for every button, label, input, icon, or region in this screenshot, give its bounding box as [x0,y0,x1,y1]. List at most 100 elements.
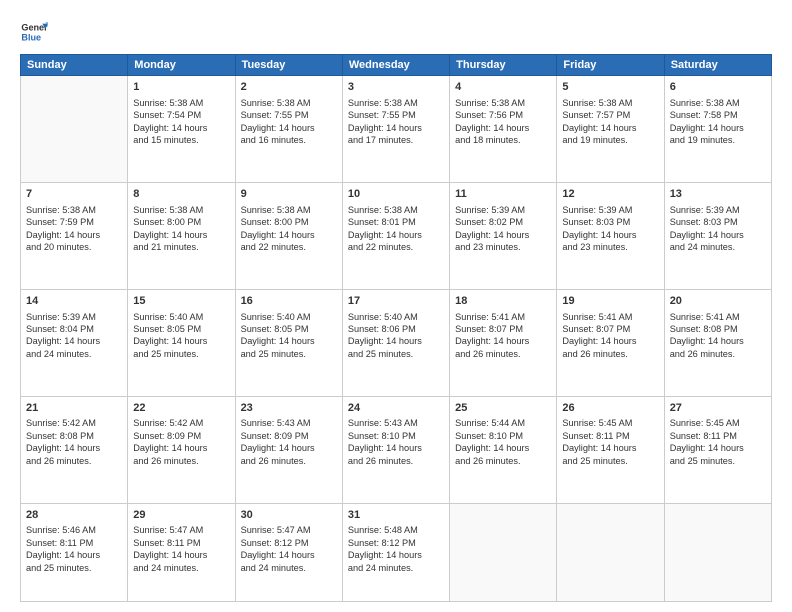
calendar-cell: 23Sunrise: 5:43 AM Sunset: 8:09 PM Dayli… [235,396,342,503]
day-number: 26 [562,401,658,416]
calendar-cell: 3 Sunrise: 5:38 AM Sunset: 7:55 PM Daylig… [342,76,449,183]
day-info: Sunrise: 5:38 AM Sunset: 8:00 PM Dayligh… [133,204,229,254]
day-info: Sunrise: 5:48 AM Sunset: 8:12 PM Dayligh… [348,524,444,574]
day-number: 10 [348,187,444,202]
calendar-cell: 6 Sunrise: 5:38 AM Sunset: 7:58 PM Daylig… [664,76,771,183]
day-info: Sunrise: 5:39 AM Sunset: 8:04 PM Dayligh… [26,311,122,361]
calendar-cell: 28Sunrise: 5:46 AM Sunset: 8:11 PM Dayli… [21,503,128,602]
day-number: 2 [241,80,337,95]
col-header-friday: Friday [557,55,664,76]
calendar-cell: 12 Sunrise: 5:39 AM Sunset: 8:03 PM Dayli… [557,182,664,289]
calendar-cell [450,503,557,602]
calendar-week-3: 14 Sunrise: 5:39 AM Sunset: 8:04 PM Dayli… [21,289,772,396]
calendar-cell: 5 Sunrise: 5:38 AM Sunset: 7:57 PM Daylig… [557,76,664,183]
calendar-cell: 13 Sunrise: 5:39 AM Sunset: 8:03 PM Dayli… [664,182,771,289]
calendar-cell: 15 Sunrise: 5:40 AM Sunset: 8:05 PM Dayli… [128,289,235,396]
day-number: 24 [348,401,444,416]
day-info: Sunrise: 5:39 AM Sunset: 8:03 PM Dayligh… [670,204,766,254]
col-header-monday: Monday [128,55,235,76]
day-info: Sunrise: 5:38 AM Sunset: 7:56 PM Dayligh… [455,97,551,147]
calendar-body: 1 Sunrise: 5:38 AM Sunset: 7:54 PM Daylig… [21,76,772,602]
calendar-cell: 10 Sunrise: 5:38 AM Sunset: 8:01 PM Dayli… [342,182,449,289]
day-info: Sunrise: 5:42 AM Sunset: 8:08 PM Dayligh… [26,417,122,467]
calendar-cell: 16Sunrise: 5:40 AM Sunset: 8:05 PM Dayli… [235,289,342,396]
calendar-cell: 7 Sunrise: 5:38 AM Sunset: 7:59 PM Daylig… [21,182,128,289]
day-info: Sunrise: 5:38 AM Sunset: 8:00 PM Dayligh… [241,204,337,254]
day-info: Sunrise: 5:38 AM Sunset: 7:58 PM Dayligh… [670,97,766,147]
day-info: Sunrise: 5:40 AM Sunset: 8:05 PM Dayligh… [133,311,229,361]
svg-text:Blue: Blue [21,32,41,42]
day-info: Sunrise: 5:38 AM Sunset: 8:01 PM Dayligh… [348,204,444,254]
calendar-cell: 22Sunrise: 5:42 AM Sunset: 8:09 PM Dayli… [128,396,235,503]
calendar-cell: 31Sunrise: 5:48 AM Sunset: 8:12 PM Dayli… [342,503,449,602]
calendar-week-4: 21Sunrise: 5:42 AM Sunset: 8:08 PM Dayli… [21,396,772,503]
day-info: Sunrise: 5:39 AM Sunset: 8:03 PM Dayligh… [562,204,658,254]
day-info: Sunrise: 5:47 AM Sunset: 8:11 PM Dayligh… [133,524,229,574]
col-header-tuesday: Tuesday [235,55,342,76]
calendar-week-1: 1 Sunrise: 5:38 AM Sunset: 7:54 PM Daylig… [21,76,772,183]
day-number: 5 [562,80,658,95]
calendar-week-5: 28Sunrise: 5:46 AM Sunset: 8:11 PM Dayli… [21,503,772,602]
day-info: Sunrise: 5:39 AM Sunset: 8:02 PM Dayligh… [455,204,551,254]
calendar-cell: 18 Sunrise: 5:41 AM Sunset: 8:07 PM Dayli… [450,289,557,396]
calendar-cell: 29Sunrise: 5:47 AM Sunset: 8:11 PM Dayli… [128,503,235,602]
day-number: 6 [670,80,766,95]
calendar-cell: 9 Sunrise: 5:38 AM Sunset: 8:00 PM Daylig… [235,182,342,289]
day-info: Sunrise: 5:38 AM Sunset: 7:55 PM Dayligh… [241,97,337,147]
day-number: 18 [455,294,551,309]
day-number: 1 [133,80,229,95]
calendar-cell: 1 Sunrise: 5:38 AM Sunset: 7:54 PM Daylig… [128,76,235,183]
day-info: Sunrise: 5:38 AM Sunset: 7:54 PM Dayligh… [133,97,229,147]
calendar-cell: 14 Sunrise: 5:39 AM Sunset: 8:04 PM Dayli… [21,289,128,396]
day-info: Sunrise: 5:38 AM Sunset: 7:55 PM Dayligh… [348,97,444,147]
day-number: 19 [562,294,658,309]
calendar-cell [664,503,771,602]
calendar-week-2: 7 Sunrise: 5:38 AM Sunset: 7:59 PM Daylig… [21,182,772,289]
calendar-cell: 11 Sunrise: 5:39 AM Sunset: 8:02 PM Dayli… [450,182,557,289]
day-number: 9 [241,187,337,202]
day-info: Sunrise: 5:41 AM Sunset: 8:07 PM Dayligh… [562,311,658,361]
calendar-table: SundayMondayTuesdayWednesdayThursdayFrid… [20,54,772,602]
calendar-cell: 4 Sunrise: 5:38 AM Sunset: 7:56 PM Daylig… [450,76,557,183]
day-info: Sunrise: 5:45 AM Sunset: 8:11 PM Dayligh… [670,417,766,467]
calendar-cell: 20Sunrise: 5:41 AM Sunset: 8:08 PM Dayli… [664,289,771,396]
day-number: 30 [241,508,337,523]
calendar-cell: 19 Sunrise: 5:41 AM Sunset: 8:07 PM Dayli… [557,289,664,396]
day-number: 3 [348,80,444,95]
calendar-cell: 26Sunrise: 5:45 AM Sunset: 8:11 PM Dayli… [557,396,664,503]
calendar-cell: 17Sunrise: 5:40 AM Sunset: 8:06 PM Dayli… [342,289,449,396]
day-number: 12 [562,187,658,202]
day-info: Sunrise: 5:43 AM Sunset: 8:10 PM Dayligh… [348,417,444,467]
day-info: Sunrise: 5:45 AM Sunset: 8:11 PM Dayligh… [562,417,658,467]
day-info: Sunrise: 5:44 AM Sunset: 8:10 PM Dayligh… [455,417,551,467]
col-header-thursday: Thursday [450,55,557,76]
day-info: Sunrise: 5:40 AM Sunset: 8:05 PM Dayligh… [241,311,337,361]
col-header-saturday: Saturday [664,55,771,76]
day-info: Sunrise: 5:47 AM Sunset: 8:12 PM Dayligh… [241,524,337,574]
day-number: 14 [26,294,122,309]
day-number: 13 [670,187,766,202]
page-header: General Blue [20,18,772,46]
calendar-cell: 30Sunrise: 5:47 AM Sunset: 8:12 PM Dayli… [235,503,342,602]
day-number: 4 [455,80,551,95]
day-number: 20 [670,294,766,309]
calendar-cell: 27Sunrise: 5:45 AM Sunset: 8:11 PM Dayli… [664,396,771,503]
logo-icon: General Blue [20,18,48,46]
day-number: 27 [670,401,766,416]
day-number: 28 [26,508,122,523]
day-number: 7 [26,187,122,202]
day-info: Sunrise: 5:41 AM Sunset: 8:07 PM Dayligh… [455,311,551,361]
calendar-header-row: SundayMondayTuesdayWednesdayThursdayFrid… [21,55,772,76]
col-header-wednesday: Wednesday [342,55,449,76]
calendar-cell [21,76,128,183]
calendar-cell: 25Sunrise: 5:44 AM Sunset: 8:10 PM Dayli… [450,396,557,503]
day-number: 15 [133,294,229,309]
day-number: 29 [133,508,229,523]
day-number: 23 [241,401,337,416]
day-info: Sunrise: 5:42 AM Sunset: 8:09 PM Dayligh… [133,417,229,467]
day-info: Sunrise: 5:38 AM Sunset: 7:59 PM Dayligh… [26,204,122,254]
day-number: 25 [455,401,551,416]
day-info: Sunrise: 5:38 AM Sunset: 7:57 PM Dayligh… [562,97,658,147]
calendar-cell: 24Sunrise: 5:43 AM Sunset: 8:10 PM Dayli… [342,396,449,503]
day-number: 11 [455,187,551,202]
